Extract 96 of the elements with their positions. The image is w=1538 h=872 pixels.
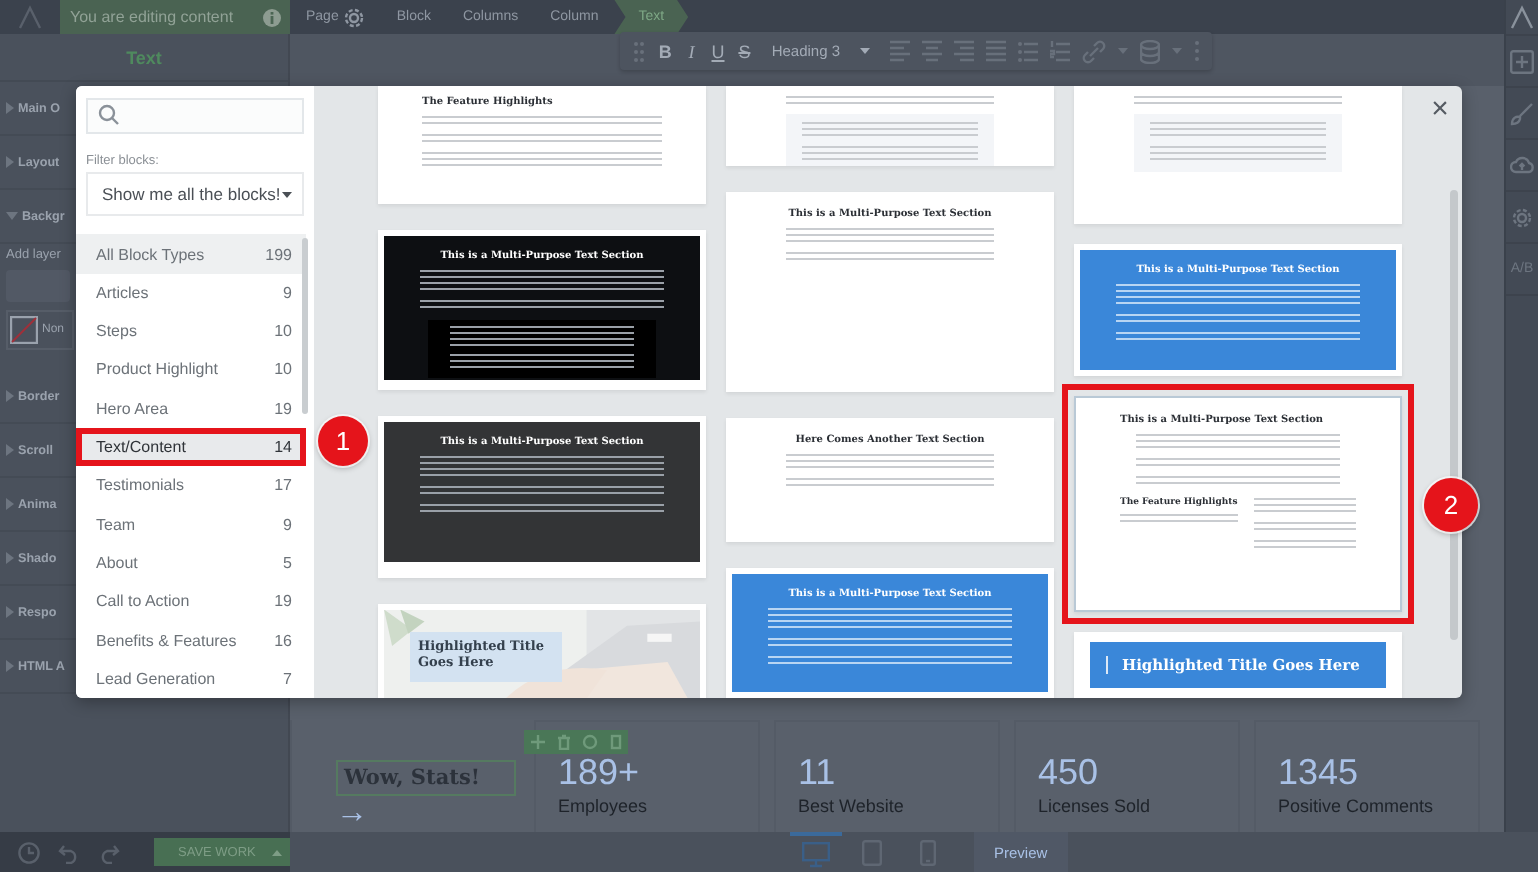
category-count: 14 [274, 438, 292, 457]
drag-handle-icon[interactable] [632, 39, 646, 63]
category-count: 19 [274, 592, 292, 611]
arrow-link[interactable]: → [336, 800, 372, 828]
filter-dropdown[interactable]: Show me all the blocks! [86, 171, 304, 217]
category-count: 10 [274, 322, 292, 341]
search-icon [98, 104, 120, 127]
caret-icon [860, 48, 871, 54]
brush-icon[interactable] [1510, 101, 1534, 125]
category-label: Testimonials [96, 476, 185, 495]
caret-right-icon [6, 660, 14, 672]
format-button[interactable]: B [658, 41, 673, 61]
caret-right-icon [6, 444, 14, 456]
category-item[interactable]: Steps 10 [76, 312, 306, 351]
caret-right-icon [6, 606, 14, 618]
category-item[interactable]: About 5 [76, 543, 306, 583]
category-label: Lead Generation [96, 669, 216, 688]
info-icon[interactable] [262, 7, 282, 27]
logo-icon[interactable] [16, 3, 44, 31]
format-button[interactable]: U [710, 41, 726, 61]
caret-icon [282, 191, 292, 198]
settings-icon[interactable] [1510, 205, 1534, 229]
align-center-icon[interactable] [922, 40, 943, 62]
caret-icon [272, 849, 282, 855]
caret-down-icon [6, 212, 18, 220]
category-count: 19 [274, 399, 292, 418]
align-right-icon[interactable] [954, 40, 975, 62]
category-item[interactable]: Lead Generation 7 [76, 659, 306, 698]
category-label: Hero Area [96, 399, 169, 418]
cloud-icon[interactable] [1510, 153, 1534, 177]
redo-icon[interactable] [98, 841, 120, 863]
undo-icon[interactable] [58, 841, 80, 863]
category-count: 10 [274, 360, 292, 379]
stat-label: Positive Comments [1278, 796, 1436, 816]
category-label: All Block Types [96, 245, 205, 264]
category-item[interactable]: All Block Types 199 [76, 234, 306, 274]
category-item[interactable]: Articles 9 [76, 273, 306, 313]
category-item[interactable]: Hero Area 19 [76, 389, 306, 428]
logo-icon[interactable] [1508, 3, 1536, 31]
gear-icon [344, 7, 365, 27]
block-thumbnail[interactable] [1074, 86, 1402, 224]
category-count: 9 [283, 283, 292, 302]
search-field[interactable] [86, 98, 304, 134]
desktop-icon [802, 841, 830, 867]
category-count: 7 [283, 669, 292, 688]
stat-value: 1345 [1278, 754, 1361, 790]
format-button[interactable]: I [684, 41, 699, 61]
history-icon[interactable] [18, 841, 40, 863]
close-button[interactable]: × [1428, 96, 1452, 124]
plus-icon[interactable] [1510, 49, 1534, 73]
category-count: 5 [283, 553, 292, 572]
stat-value: 11 [798, 754, 838, 790]
category-item[interactable]: Product Highlight 10 [76, 350, 306, 390]
category-count: 17 [274, 476, 292, 495]
caret-right-icon [6, 498, 14, 510]
category-label: About [96, 553, 138, 572]
database-icon[interactable] [1140, 39, 1161, 63]
format-button[interactable]: S [737, 41, 752, 61]
stat-value: 189+ [558, 754, 642, 790]
category-count: 9 [283, 515, 292, 534]
bullet-list-icon[interactable] [1018, 40, 1039, 62]
square-icon[interactable] [607, 734, 623, 750]
category-label: Product Highlight [96, 360, 218, 379]
category-item[interactable]: Text/Content 14 [76, 427, 306, 467]
numbered-list-icon[interactable] [1050, 40, 1071, 62]
category-count: 199 [265, 245, 292, 264]
none-swatch-icon [10, 316, 38, 344]
link-icon[interactable] [1082, 39, 1107, 63]
scrollbar-thumb[interactable] [302, 238, 308, 415]
stat-label: Employees [558, 796, 650, 816]
category-item[interactable]: Benefits & Features 16 [76, 620, 306, 660]
delete-icon[interactable] [555, 734, 571, 750]
stat-label: Best Website [798, 796, 906, 816]
category-item[interactable]: Testimonials 17 [76, 466, 306, 506]
device-button[interactable] [790, 832, 842, 872]
category-label: Call to Action [96, 592, 190, 611]
caret-right-icon [6, 552, 14, 564]
category-label: Articles [96, 283, 149, 302]
circle-icon[interactable] [581, 734, 597, 750]
caret-right-icon [6, 156, 14, 168]
category-label: Text/Content [96, 438, 186, 457]
category-item[interactable]: Team 9 [76, 505, 306, 544]
category-item[interactable]: Call to Action 19 [76, 582, 306, 621]
panel-title: Text [0, 34, 288, 82]
block-thumbnail[interactable] [726, 86, 1054, 166]
justify-icon[interactable] [986, 40, 1007, 62]
notice-text: You are editing content [70, 8, 234, 26]
stat-label: Licenses Sold [1038, 796, 1153, 816]
align-left-icon[interactable] [890, 40, 911, 62]
category-label: Benefits & Features [96, 631, 237, 650]
category-label: Steps [96, 322, 137, 341]
caret-right-icon [6, 390, 14, 402]
category-label: Team [96, 515, 136, 534]
caret-right-icon [6, 102, 14, 114]
stat-value: 450 [1038, 754, 1101, 790]
category-count: 16 [274, 631, 292, 650]
